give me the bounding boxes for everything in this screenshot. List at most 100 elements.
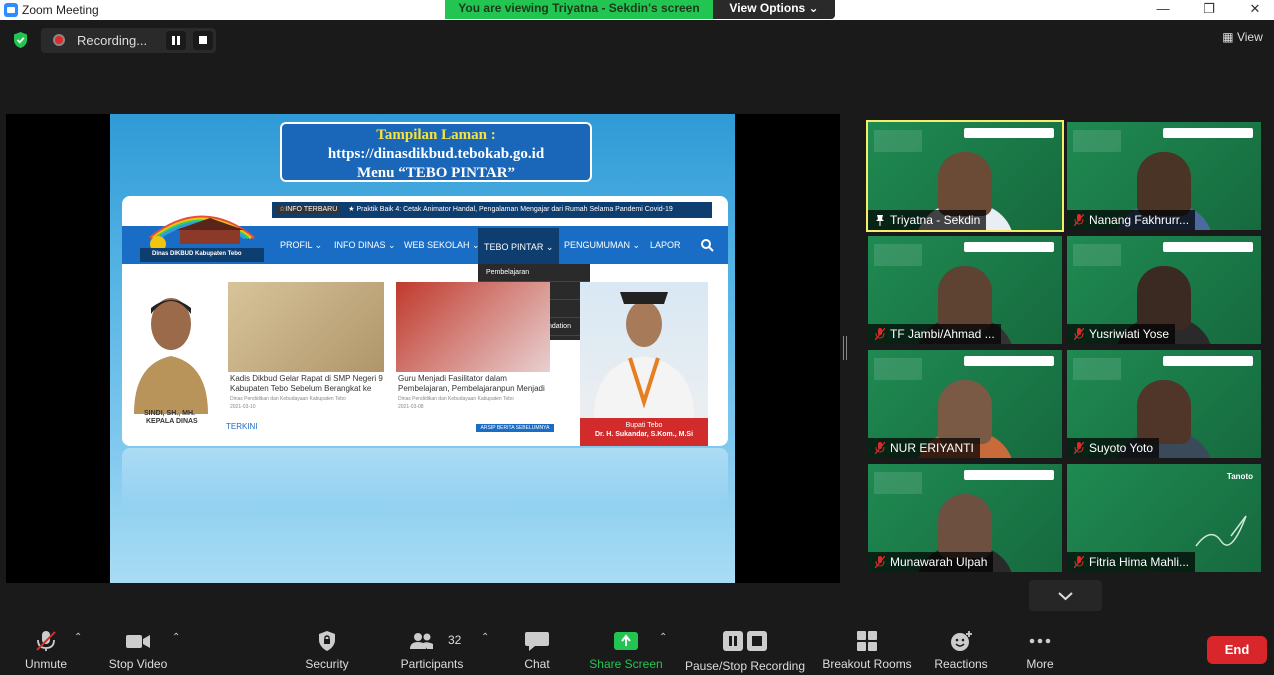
participant-name-label: TF Jambi/Ahmad ... — [868, 324, 1001, 344]
pin-icon — [876, 215, 884, 226]
shared-screen[interactable]: Tampilan Laman : https://dinasdikbud.teb… — [6, 114, 840, 583]
news-meta-2: Dinas Pendidikan dan Kebudayaan Kabupate… — [398, 396, 514, 402]
background-banner — [874, 472, 922, 494]
background-logos — [964, 242, 1054, 252]
share-screen-button[interactable]: Share Screen — [586, 614, 666, 675]
muted-mic-icon — [1074, 442, 1084, 454]
background-banner — [1073, 244, 1121, 266]
security-label: Security — [305, 657, 349, 671]
participant-face — [938, 494, 992, 558]
window-title: Zoom Meeting — [22, 3, 99, 17]
participant-tile[interactable]: Nanang Fakhrurr... — [1067, 122, 1261, 230]
audio-options-caret[interactable]: ⌃ — [74, 632, 84, 643]
breakout-rooms-button[interactable]: Breakout Rooms — [818, 614, 916, 675]
chat-label: Chat — [524, 657, 550, 671]
stop-recording-button[interactable] — [193, 31, 213, 50]
participants-button[interactable]: 32 Participants — [396, 614, 468, 675]
news-date-2: 2021-03-08 — [398, 404, 424, 410]
bupati-name: Dr. H. Sukandar, S.Kom., M.Si — [594, 431, 694, 438]
participant-tile[interactable]: NUR ERIYANTI — [868, 350, 1062, 458]
video-camera-icon — [126, 635, 150, 648]
more-button[interactable]: More — [1016, 614, 1064, 675]
participant-tile[interactable]: Suyoto Yoto — [1067, 350, 1261, 458]
background-banner — [1073, 130, 1121, 152]
pause-recording-button[interactable] — [166, 31, 186, 50]
nav-tebo-pintar: TEBO PINTAR ⌄ — [478, 228, 560, 266]
participant-face — [1137, 266, 1191, 330]
news-date-1: 2021-03-10 — [230, 404, 256, 410]
participants-options-caret[interactable]: ⌃ — [481, 632, 491, 643]
participant-tile[interactable]: TF Jambi/Ahmad ... — [868, 236, 1062, 344]
nav-info-dinas: INFO DINAS ⌄ — [334, 240, 396, 250]
reactions-smiley-icon — [951, 631, 972, 651]
participant-name-text: Fitria Hima Mahli... — [1089, 555, 1190, 569]
participant-name-text: Triyatna - Sekdin — [890, 213, 981, 227]
participant-name-text: Nanang Fakhrurr... — [1089, 213, 1190, 227]
background-logos — [1163, 242, 1253, 252]
view-layout-button[interactable]: ▦ View — [1216, 27, 1269, 48]
bupati-title: Bupati Tebo — [625, 422, 663, 429]
participant-tile[interactable]: Tanoto Fitria Hima Mahli... — [1067, 464, 1261, 572]
participant-tile[interactable]: Triyatna - Sekdin — [866, 120, 1064, 232]
news-meta-1: Dinas Pendidikan dan Kebudayaan Kabupate… — [230, 396, 346, 402]
ticker-text: ★ Praktik Baik 4: Cetak Animator Handal,… — [348, 206, 673, 213]
participant-face — [938, 266, 992, 330]
kepala-dinas-name: SINDI, SH., MH. — [144, 410, 195, 417]
participant-face — [938, 380, 992, 444]
security-shield-icon — [319, 631, 335, 651]
background-banner — [874, 130, 922, 152]
news-caption-1: Kadis Dikbud Gelar Rapat di SMP Negeri 9… — [230, 374, 383, 393]
background-logos — [964, 356, 1054, 366]
unmute-button[interactable]: Unmute — [14, 614, 78, 675]
reactions-label: Reactions — [934, 657, 988, 671]
zoom-app-icon — [4, 3, 18, 17]
security-button[interactable]: Security — [296, 614, 358, 675]
minimize-icon[interactable]: — — [1140, 0, 1186, 20]
background-banner — [874, 358, 922, 380]
recording-label: Recording... — [77, 33, 148, 48]
participant-tile[interactable]: Yusriwiati Yose — [1067, 236, 1261, 344]
muted-mic-icon — [36, 631, 56, 651]
panel-resize-handle[interactable] — [843, 336, 847, 360]
stop-video-button[interactable]: Stop Video — [104, 614, 172, 675]
participant-face — [1137, 152, 1191, 216]
participant-name-label: Munawarah Ulpah — [868, 552, 994, 572]
video-options-caret[interactable]: ⌃ — [172, 632, 182, 643]
view-layout-label: View — [1236, 30, 1263, 44]
news-caption-2: Guru Menjadi Fasilitator dalam Pembelaja… — [398, 374, 545, 393]
participant-tile[interactable]: Munawarah Ulpah — [868, 464, 1062, 572]
reactions-button[interactable]: Reactions — [928, 614, 994, 675]
view-options-button[interactable]: View Options ⌄ — [713, 0, 835, 19]
end-meeting-button[interactable]: End — [1207, 636, 1267, 664]
meeting-toolbar: Unmute ⌃ Stop Video ⌃ Security 32 Partic… — [0, 614, 1274, 675]
logo-caption: Dinas DIKBUD Kabupaten Tebo — [152, 251, 242, 257]
nav-profil: PROFIL ⌄ — [280, 240, 323, 250]
participant-name-text: Munawarah Ulpah — [890, 555, 988, 569]
bupati-photo: Bupati Tebo Dr. H. Sukandar, S.Kom., M.S… — [580, 282, 708, 446]
participant-face — [1137, 380, 1191, 444]
close-icon[interactable]: ✕ — [1232, 0, 1274, 20]
info-badge: ☆INFO TERBARU — [276, 206, 341, 213]
pause-stop-recording-button[interactable]: Pause/Stop Recording — [682, 614, 808, 675]
breakout-rooms-icon — [857, 631, 877, 651]
muted-mic-icon — [875, 328, 885, 340]
arsip-label: ARSIP BERITA SEBELUMNYA — [476, 424, 554, 432]
background-banner — [874, 244, 922, 266]
site-search-icon — [701, 239, 714, 252]
more-dots-icon — [1029, 638, 1051, 644]
website-screenshot: ☆INFO TERBARU ★ Praktik Baik 4: Cetak An… — [122, 196, 728, 446]
encryption-shield-icon[interactable] — [12, 31, 29, 49]
share-options-caret[interactable]: ⌃ — [659, 632, 669, 643]
nav-web-sekolah: WEB SEKOLAH ⌄ — [404, 240, 480, 250]
news-image-1 — [228, 282, 384, 372]
gallery-scroll-down-button[interactable] — [1029, 580, 1102, 611]
grid-icon: ▦ — [1222, 30, 1234, 44]
restore-icon[interactable]: ❐ — [1186, 0, 1232, 20]
share-screen-label: Share Screen — [589, 657, 663, 671]
chat-button[interactable]: Chat — [514, 614, 560, 675]
participant-name-label: Fitria Hima Mahli... — [1067, 552, 1196, 572]
pause-stop-recording-icon — [723, 631, 767, 651]
unmute-label: Unmute — [24, 657, 68, 671]
recording-dot-icon — [53, 34, 65, 46]
pencil-drawing-icon — [1195, 515, 1247, 547]
